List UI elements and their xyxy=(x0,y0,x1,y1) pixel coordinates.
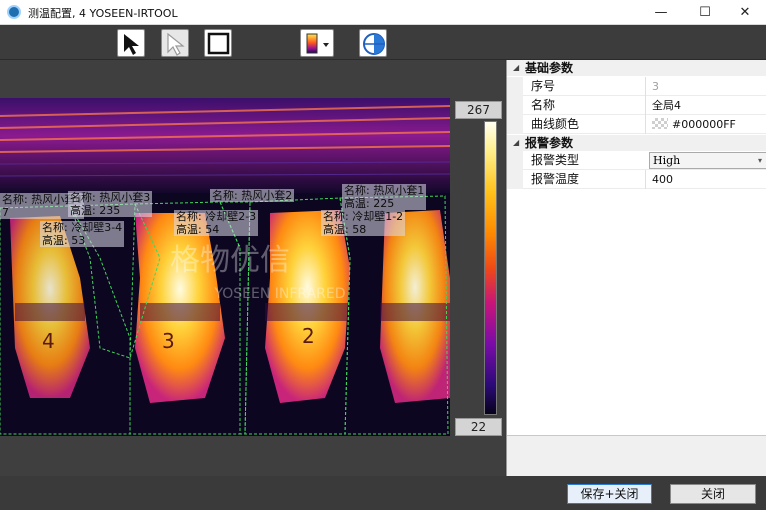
chamber-number: 4 xyxy=(42,329,55,353)
roi-label: 名称: 热风小套3 高温: 235 xyxy=(68,191,153,217)
roi-name: 名称: 冷却壁1-2 xyxy=(323,210,404,223)
palette-dropdown-icon xyxy=(306,33,329,54)
window-title: 测温配置, 4 YOSEEN-IRTOOL xyxy=(28,7,178,20)
close-button[interactable]: 关闭 xyxy=(670,484,756,504)
pointer-tool-button[interactable] xyxy=(117,29,145,57)
roi-name: 名称: 冷却壁2-3 xyxy=(176,210,257,223)
category-basic[interactable]: ◢ 基础参数 xyxy=(507,60,766,76)
select-region-tool-button[interactable] xyxy=(161,29,189,57)
category-label: 基础参数 xyxy=(525,61,574,75)
title-bar: 测温配置, 4 YOSEEN-IRTOOL — ☐ ✕ xyxy=(0,0,766,25)
roi-label: 名称: 热风小套1 高温: 225 xyxy=(342,184,427,210)
roi-temp: 高温: 225 xyxy=(344,197,395,210)
color-swatch-icon xyxy=(652,118,668,129)
select-value: High xyxy=(653,154,681,167)
property-row[interactable]: 报警类型 High ▾ xyxy=(507,151,766,170)
category-alarm[interactable]: ◢ 报警参数 xyxy=(507,135,766,151)
scale-max-value: 267 xyxy=(455,101,502,119)
property-row[interactable]: 名称 全局4 xyxy=(507,96,766,115)
alarm-type-select[interactable]: High ▾ xyxy=(649,152,766,169)
property-row[interactable]: 序号 3 xyxy=(507,77,766,96)
roi-temp: 高温: 58 xyxy=(323,223,367,236)
curve-color-value[interactable]: #000000FF xyxy=(645,115,766,134)
select-region-icon xyxy=(167,32,185,56)
chamber-number: 3 xyxy=(162,329,175,353)
roi-temp: 高温: 53 xyxy=(42,234,86,247)
dialog-footer: 保存+关闭 关闭 xyxy=(0,476,766,510)
close-window-button[interactable]: ✕ xyxy=(724,0,766,25)
watermark-text: YOSEEN INFRARED xyxy=(213,286,345,302)
thermal-image[interactable]: 格物优信 YOSEEN INFRARED 4 3 2 名称: 热风小套4 7 名… xyxy=(0,98,450,436)
roi-name: 名称: 冷却壁3-4 xyxy=(42,221,123,234)
minimize-button[interactable]: — xyxy=(640,0,682,25)
roi-label: 名称: 冷却壁2-3 高温: 54 xyxy=(174,210,259,236)
property-value: 3 xyxy=(645,77,766,96)
property-name: 序号 xyxy=(531,79,556,93)
palette-dropdown-button[interactable] xyxy=(300,29,334,57)
property-name: 报警类型 xyxy=(531,153,580,167)
roi-name: 名称: 热风小套3 xyxy=(70,191,151,204)
color-scale-bar xyxy=(484,121,497,415)
property-description-pane xyxy=(507,435,766,476)
pointer-icon xyxy=(124,34,139,55)
property-name: 曲线颜色 xyxy=(531,117,580,131)
maximize-button[interactable]: ☐ xyxy=(684,0,726,25)
thermal-scene: 格物优信 YOSEEN INFRARED 4 3 2 xyxy=(0,98,450,436)
chamber-number: 2 xyxy=(302,324,315,348)
watermark-cn: 格物优信 xyxy=(170,243,290,278)
roi-label: 名称: 热风小套2 xyxy=(210,189,295,202)
property-value[interactable]: 全局4 xyxy=(645,96,766,115)
dialog-window: 测温配置, 4 YOSEEN-IRTOOL — ☐ ✕ 格物优信 YOSEEN … xyxy=(0,0,766,510)
roi-temp: 高温: 235 xyxy=(70,204,121,217)
rectangle-tool-button[interactable] xyxy=(204,29,232,57)
roi-temp: 高温: 54 xyxy=(176,223,220,236)
chevron-down-icon[interactable]: ▾ xyxy=(758,153,762,168)
thermal-viewer[interactable]: 格物优信 YOSEEN INFRARED 4 3 2 名称: 热风小套4 7 名… xyxy=(0,60,505,476)
roi-label: 名称: 冷却壁3-4 高温: 53 xyxy=(40,221,125,247)
property-value: #000000FF xyxy=(672,118,736,131)
measure-icon xyxy=(363,33,385,55)
property-value[interactable]: 400 xyxy=(645,170,766,189)
app-icon xyxy=(7,5,21,19)
roi-name: 名称: 热风小套1 xyxy=(344,184,425,197)
measure-tool-button[interactable] xyxy=(359,29,387,57)
roi-name: 名称: 热风小套2 xyxy=(212,189,293,202)
property-row[interactable]: 报警温度 400 xyxy=(507,170,766,189)
property-row[interactable]: 曲线颜色 #000000FF xyxy=(507,115,766,134)
roi-label: 名称: 冷却壁1-2 高温: 58 xyxy=(321,210,406,236)
collapse-icon[interactable]: ◢ xyxy=(513,60,519,76)
toolbar xyxy=(0,26,766,60)
property-grid: ◢ 基础参数 序号 3 名称 全局4 曲线颜色 #000000FF ◢ 报警参数… xyxy=(506,60,766,476)
save-and-close-button[interactable]: 保存+关闭 xyxy=(567,484,652,504)
property-name: 名称 xyxy=(531,98,556,112)
category-label: 报警参数 xyxy=(525,136,574,150)
property-name: 报警温度 xyxy=(531,172,580,186)
scale-min-value: 22 xyxy=(455,418,502,436)
rectangle-icon xyxy=(207,32,230,55)
collapse-icon[interactable]: ◢ xyxy=(513,135,519,151)
